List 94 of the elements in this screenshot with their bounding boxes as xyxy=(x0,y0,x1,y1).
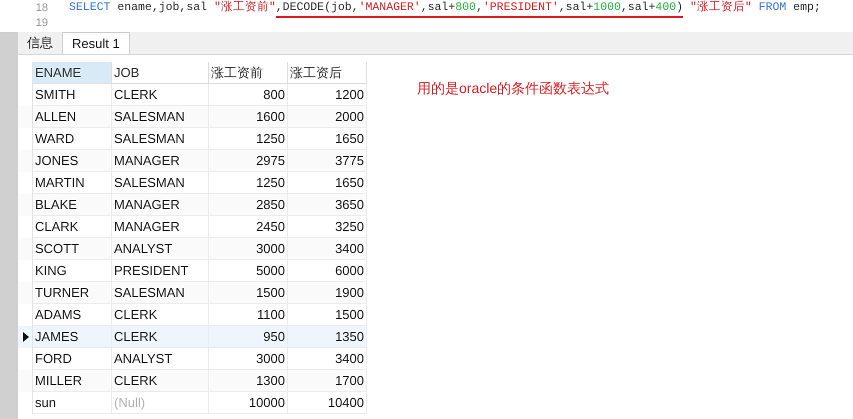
table-cell-text: MILLER xyxy=(35,372,82,390)
table-cell-text: 2450 xyxy=(256,218,285,236)
code-token: ,DECODE(job, xyxy=(276,0,359,16)
table-cell-text: 10400 xyxy=(328,394,364,412)
table-cell-text: MANAGER xyxy=(114,152,180,170)
table-cell-text: 1600 xyxy=(256,108,285,126)
table-cell-text: 1350 xyxy=(335,328,364,346)
row-pointer-icon xyxy=(23,332,29,342)
table-cell-text: CLERK xyxy=(114,86,158,104)
column-header[interactable]: 涨工资后 xyxy=(288,62,367,84)
table-cell-text: JONES xyxy=(35,152,78,170)
table-cell-text: ALLEN xyxy=(35,108,76,126)
code-token: 400 xyxy=(655,0,676,16)
code-token: , xyxy=(476,0,483,16)
table-cell-text: MANAGER xyxy=(114,196,180,214)
table-cell-text: ADAMS xyxy=(35,306,82,324)
table-cell-text: 1250 xyxy=(256,174,285,192)
code-token: ,sal+ xyxy=(558,0,594,16)
table-cell-text: 3650 xyxy=(335,196,364,214)
tab[interactable]: 信息 xyxy=(18,32,62,54)
table-cell-text: CLARK xyxy=(35,218,78,236)
table-cell-text: 3400 xyxy=(335,240,364,258)
table-cell-text: 2850 xyxy=(256,196,285,214)
table-cell-text: JAMES xyxy=(35,328,78,346)
table-cell-text: CLERK xyxy=(114,306,158,324)
table-cell-text: 3250 xyxy=(335,218,364,236)
table-row[interactable]: JONES MANAGER 2975 3775 xyxy=(18,150,367,172)
table-cell-text: SALESMAN xyxy=(114,130,185,148)
table-cell-text: 800 xyxy=(263,86,285,104)
table-cell-text: MANAGER xyxy=(114,218,180,236)
table-cell-text: KING xyxy=(35,262,67,280)
table-cell-text: 950 xyxy=(263,328,285,346)
code-token: ename,job,sal xyxy=(116,0,208,16)
table-row[interactable]: BLAKE MANAGER 2850 3650 xyxy=(18,194,367,216)
table-cell-text: ANALYST xyxy=(114,240,172,258)
column-header[interactable]: JOB xyxy=(112,62,209,84)
table-cell-text: 1100 xyxy=(257,306,285,324)
table-cell-text: 1900 xyxy=(335,284,364,302)
table-row[interactable]: SCOTT ANALYST 3000 3400 xyxy=(18,238,367,260)
table-row[interactable]: ALLEN SALESMAN 1600 2000 xyxy=(18,106,367,128)
table-row[interactable]: TURNER SALESMAN 1500 1900 xyxy=(18,282,367,304)
table-cell-text: SALESMAN xyxy=(114,108,185,126)
line-number: 18 xyxy=(34,1,49,16)
table-cell-text: CLERK xyxy=(114,328,158,346)
table-cell-text: 1500 xyxy=(335,306,364,324)
table-cell-text: WARD xyxy=(35,130,74,148)
code-token: ,sal+ xyxy=(620,0,656,16)
code-token: 800 xyxy=(455,0,476,16)
table-row[interactable]: JAMES CLERK 950 1350 xyxy=(18,326,367,348)
table-row[interactable]: MILLER CLERK 1300 1700 xyxy=(18,370,367,392)
table-cell-text: 3400 xyxy=(335,350,364,368)
table-cell-text: 2000 xyxy=(335,108,364,126)
table-cell-text: TURNER xyxy=(35,284,90,302)
code-token: ) xyxy=(676,0,684,16)
column-header[interactable]: ENAME xyxy=(33,62,112,84)
code-token: 'MANAGER' xyxy=(358,0,421,16)
code-token: ,sal+ xyxy=(420,0,456,16)
table-cell-text: SALESMAN xyxy=(114,174,185,192)
table-cell-text: 1250 xyxy=(256,130,285,148)
code-token: SELECT xyxy=(69,0,110,16)
code-token: emp; xyxy=(792,0,821,16)
table-cell-text: ANALYST xyxy=(114,350,172,368)
annotation-text: 用的是oracle的条件函数表达式 xyxy=(417,80,610,96)
table-cell-text: 1200 xyxy=(335,86,364,104)
table-cell-text: 6000 xyxy=(335,262,364,280)
table-cell-text: SCOTT xyxy=(35,240,80,258)
code-token: "涨工资前" xyxy=(214,0,276,16)
table-cell-text: 1650 xyxy=(335,130,364,148)
table-cell-text: 1300 xyxy=(256,372,285,390)
code-token: 'PRESIDENT' xyxy=(482,0,559,16)
code-token: 1000 xyxy=(593,0,621,16)
table-cell-text: SALESMAN xyxy=(114,284,185,302)
table-cell-text: 3775 xyxy=(335,152,364,170)
table-cell-text: 1500 xyxy=(256,284,285,302)
table-cell-text: 2975 xyxy=(256,152,285,170)
table-cell-text: MARTIN xyxy=(35,174,85,192)
table-cell-text: FORD xyxy=(35,350,72,368)
table-cell-text: CLERK xyxy=(114,372,158,390)
table-cell-text: PRESIDENT xyxy=(114,262,188,280)
table-cell-text: 10000 xyxy=(248,394,285,412)
table-cell-text: 3000 xyxy=(256,240,285,258)
table-cell-text: 3000 xyxy=(256,350,285,368)
code-token: FROM xyxy=(758,0,786,16)
line-number: 19 xyxy=(34,16,49,32)
table-cell-text: 1700 xyxy=(335,372,364,390)
table-cell-text: 1650 xyxy=(335,174,364,192)
table-cell-text: (Null) xyxy=(114,394,146,412)
column-header[interactable]: 涨工资前 xyxy=(209,62,288,84)
table-cell-text: SMITH xyxy=(35,86,76,104)
tab[interactable]: Result 1 xyxy=(62,32,130,54)
code-token: "涨工资后" xyxy=(688,0,752,16)
table-cell-text: 5000 xyxy=(256,262,285,280)
table-cell-text: BLAKE xyxy=(35,196,77,214)
table-cell-text: sun xyxy=(35,394,56,412)
